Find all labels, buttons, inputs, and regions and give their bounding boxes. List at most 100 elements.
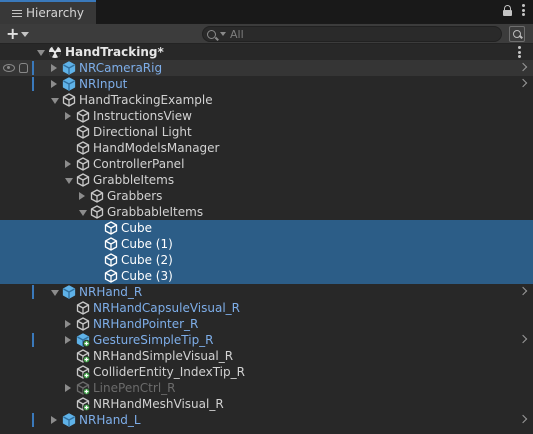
open-prefab-chevron-icon[interactable] <box>518 62 528 72</box>
override-indicator <box>32 61 34 75</box>
expand-arrow-down-icon[interactable] <box>65 178 73 184</box>
expand-arrow-right-icon[interactable] <box>65 160 71 168</box>
gameobject-icon <box>104 221 118 235</box>
hierarchy-row[interactable]: HandModelsManager <box>0 140 533 156</box>
open-prefab-chevron-icon[interactable] <box>518 414 528 424</box>
visibility-column[interactable] <box>0 236 32 252</box>
hierarchy-row[interactable]: NRHand_R <box>0 284 533 300</box>
row-label: GestureSimpleTip_R <box>93 333 214 347</box>
row-label: Cube <box>121 221 152 235</box>
open-prefab-chevron-icon[interactable] <box>518 78 528 88</box>
scene-search-button[interactable] <box>509 26 525 42</box>
prefab-icon <box>62 285 76 299</box>
hierarchy-row[interactable]: GrabbableItems <box>0 204 533 220</box>
expand-arrow-right-icon[interactable] <box>51 416 57 424</box>
visibility-eye-icon[interactable] <box>3 64 15 72</box>
hierarchy-row[interactable]: NRHandCapsuleVisual_R <box>0 300 533 316</box>
expand-arrow-down-icon[interactable] <box>79 210 87 216</box>
visibility-column[interactable] <box>0 140 32 156</box>
added-gameobject-icon <box>76 397 91 412</box>
row-label: LinePenCtrl_R <box>93 381 176 395</box>
row-label: NRHandCapsuleVisual_R <box>93 301 240 315</box>
hierarchy-row[interactable]: Grabbers <box>0 188 533 204</box>
added-gameobject-icon <box>76 381 91 396</box>
visibility-column[interactable] <box>0 396 32 412</box>
hierarchy-row[interactable]: Cube (2) <box>0 252 533 268</box>
expand-arrow-down-icon[interactable] <box>37 50 45 56</box>
hierarchy-row[interactable]: GestureSimpleTip_R <box>0 332 533 348</box>
search-field[interactable] <box>202 26 502 42</box>
added-gameobject-icon <box>76 349 91 364</box>
toolbar: + <box>0 24 533 44</box>
hierarchy-row[interactable]: Cube (1) <box>0 236 533 252</box>
lock-icon[interactable] <box>503 4 512 16</box>
unity-scene-icon <box>48 45 62 59</box>
visibility-column[interactable] <box>0 268 32 284</box>
visibility-column[interactable] <box>0 348 32 364</box>
prefab-icon <box>62 413 76 427</box>
hierarchy-row[interactable]: HandTrackingExample <box>0 92 533 108</box>
visibility-column[interactable] <box>0 76 32 92</box>
hierarchy-row[interactable]: NRHand_L <box>0 412 533 428</box>
expand-arrow-right-icon[interactable] <box>65 112 71 120</box>
hierarchy-row[interactable]: Directional Light <box>0 124 533 140</box>
expand-arrow-right-icon[interactable] <box>51 64 57 72</box>
row-label: Grabbers <box>107 189 163 203</box>
expand-arrow-right-icon[interactable] <box>65 336 71 344</box>
hierarchy-row[interactable]: ColliderEntity_IndexTip_R <box>0 364 533 380</box>
open-prefab-chevron-icon[interactable] <box>518 286 528 296</box>
visibility-column[interactable] <box>0 220 32 236</box>
tab-hierarchy[interactable]: Hierarchy <box>0 0 96 24</box>
visibility-column[interactable] <box>0 364 32 380</box>
override-indicator <box>32 285 34 299</box>
visibility-column[interactable] <box>0 108 32 124</box>
visibility-column[interactable] <box>0 124 32 140</box>
hierarchy-row[interactable]: GrabbleItems <box>0 172 533 188</box>
gameobject-icon <box>104 237 118 251</box>
row-label: GrabbleItems <box>93 173 175 187</box>
row-label: NRInput <box>79 77 128 91</box>
row-label: Cube (1) <box>121 237 173 251</box>
visibility-column[interactable] <box>0 156 32 172</box>
visibility-column[interactable] <box>0 204 32 220</box>
hierarchy-row[interactable]: NRCameraRig <box>0 60 533 76</box>
hierarchy-row[interactable]: LinePenCtrl_R <box>0 380 533 396</box>
visibility-column[interactable] <box>0 252 32 268</box>
hierarchy-row[interactable]: ControllerPanel <box>0 156 533 172</box>
hierarchy-row[interactable]: NRHandSimpleVisual_R <box>0 348 533 364</box>
search-filter-caret-icon[interactable] <box>220 32 226 36</box>
expand-arrow-right-icon[interactable] <box>79 192 85 200</box>
scene-menu-icon[interactable] <box>518 46 521 58</box>
hierarchy-row[interactable]: Cube (3) <box>0 268 533 284</box>
row-label: InstructionsView <box>93 109 192 123</box>
visibility-column[interactable] <box>0 92 32 108</box>
expand-arrow-right-icon[interactable] <box>65 384 71 392</box>
tab-label: Hierarchy <box>26 6 85 20</box>
search-input[interactable] <box>230 27 480 41</box>
expand-arrow-down-icon[interactable] <box>51 290 59 296</box>
visibility-column[interactable] <box>0 316 32 332</box>
tab-bar: Hierarchy <box>0 0 533 24</box>
visibility-column[interactable] <box>0 60 32 76</box>
create-button[interactable]: + <box>6 25 34 43</box>
visibility-column[interactable] <box>0 380 32 396</box>
expand-arrow-down-icon[interactable] <box>51 98 59 104</box>
pickability-hand-icon[interactable] <box>19 63 28 73</box>
hierarchy-row[interactable]: NRHandMeshVisual_R <box>0 396 533 412</box>
visibility-column[interactable] <box>0 412 32 428</box>
scene-row[interactable]: HandTracking* <box>0 44 533 60</box>
visibility-column[interactable] <box>0 172 32 188</box>
visibility-column[interactable] <box>0 284 32 300</box>
visibility-column[interactable] <box>0 332 32 348</box>
expand-arrow-right-icon[interactable] <box>51 80 57 88</box>
hierarchy-row[interactable]: Cube <box>0 220 533 236</box>
open-prefab-chevron-icon[interactable] <box>518 334 528 344</box>
hierarchy-row[interactable]: NRInput <box>0 76 533 92</box>
hierarchy-row[interactable]: InstructionsView <box>0 108 533 124</box>
more-options-icon[interactable] <box>522 4 525 16</box>
expand-arrow-right-icon[interactable] <box>65 320 71 328</box>
visibility-column[interactable] <box>0 188 32 204</box>
hierarchy-row[interactable]: NRHandPointer_R <box>0 316 533 332</box>
visibility-column[interactable] <box>0 300 32 316</box>
visibility-column[interactable] <box>0 44 32 60</box>
